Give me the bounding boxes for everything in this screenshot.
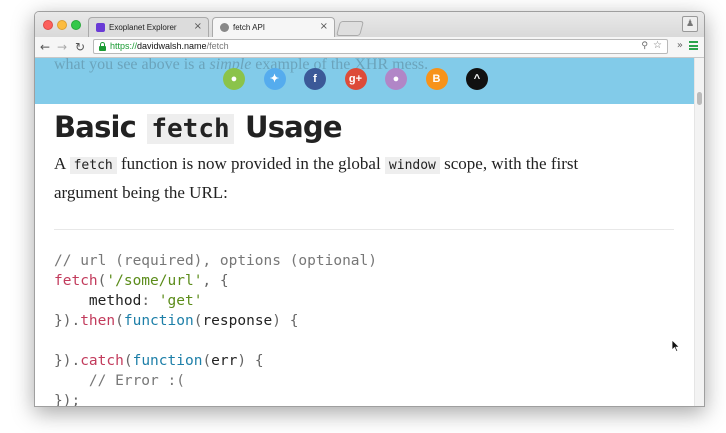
zoom-window-button[interactable] [71,20,81,30]
intro-paragraph: A fetch function is now provided in the … [54,154,579,202]
twitter-icon[interactable]: ✦ [263,68,286,90]
bitcoin-icon[interactable]: B [425,68,448,90]
share-banner: what you see above is a simple example o… [35,58,704,104]
url-text[interactable]: https://davidwalsh.name/fetch [110,41,229,51]
browser-window: Exoplanet Explorer × fetch API × ♟ ← → ↻… [34,11,705,407]
tab-strip: Exoplanet Explorer × fetch API × ♟ [35,12,704,37]
googleplus-icon[interactable]: g+ [344,68,367,90]
zoom-icon[interactable]: ⚲ [641,41,648,51]
comment-icon[interactable]: ● [223,68,245,90]
new-tab-button[interactable] [335,21,365,36]
tab-fetch-api[interactable]: fetch API × [212,17,335,37]
extensions-overflow-icon[interactable]: » [677,40,683,51]
close-window-button[interactable] [43,20,53,30]
menu-icon[interactable] [689,41,698,50]
scrollbar-thumb[interactable] [697,92,702,105]
browser-toolbar: ← → ↻ https://davidwalsh.name/fetch ⚲ ☆ … [35,37,704,58]
star-icon[interactable]: ☆ [653,40,662,51]
page-heading: Basic fetch Usage [54,110,343,144]
tab-exoplanet-explorer[interactable]: Exoplanet Explorer × [88,17,209,37]
person-icon[interactable]: ♟ [682,16,698,32]
forward-arrow-icon[interactable]: → [57,39,67,55]
close-tab-icon[interactable]: × [194,21,202,32]
tab-title: fetch API [233,23,266,32]
divider [54,229,674,230]
tab-title: Exoplanet Explorer [109,23,177,32]
favicon-icon [96,23,105,32]
address-bar[interactable]: https://davidwalsh.name/fetch ⚲ ☆ [93,39,668,54]
scrollbar[interactable] [694,58,704,406]
mouse-cursor-icon [671,339,681,353]
code-block: // url (required), options (optional) fe… [54,253,378,406]
back-arrow-icon[interactable]: ← [40,39,50,55]
lock-icon [99,42,106,51]
close-tab-icon[interactable]: × [320,21,328,32]
facebook-icon[interactable]: f [304,68,326,90]
minimize-window-button[interactable] [57,20,67,30]
reload-icon[interactable]: ↻ [75,39,85,55]
reddit-icon[interactable]: ● [385,68,407,90]
favicon-icon [220,23,229,32]
page-content: what you see above is a simple example o… [35,58,704,406]
chevron-up-icon[interactable]: ^ [466,68,488,90]
